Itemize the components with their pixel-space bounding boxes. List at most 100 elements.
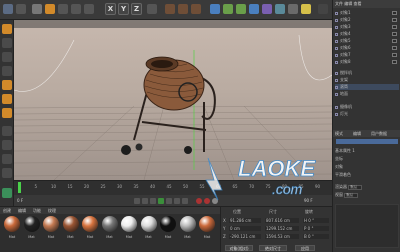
workplane-lock-icon[interactable]: [2, 168, 12, 178]
size-y-field[interactable]: 1299.152 cm: [265, 226, 299, 231]
play-icon[interactable]: [158, 198, 164, 204]
spline-pen-icon[interactable]: [223, 4, 233, 14]
size-mode-select[interactable]: 绝对尺寸: [259, 245, 287, 251]
rotate-icon[interactable]: [71, 4, 81, 14]
go-to-end-icon[interactable]: [182, 198, 188, 204]
material-swatch[interactable]: [82, 216, 98, 232]
rot-h-field[interactable]: H 0 °: [303, 218, 329, 223]
object-row[interactable]: 地面: [335, 91, 399, 97]
object-row[interactable]: 对象4: [335, 31, 399, 37]
workplane-icon[interactable]: [2, 66, 12, 76]
previous-key-icon[interactable]: [142, 198, 148, 204]
model-mode-icon[interactable]: [2, 38, 12, 48]
size-z-field[interactable]: 1594.53 cm: [265, 234, 299, 239]
y-axis-lock-button[interactable]: Y: [118, 3, 129, 15]
object-icon: [335, 112, 338, 116]
tag-icon[interactable]: [392, 53, 397, 57]
move-icon[interactable]: [45, 4, 55, 14]
pos-y-field[interactable]: 0 cm: [229, 226, 261, 231]
object-row[interactable]: 对象6: [335, 45, 399, 51]
tab-user-data[interactable]: 用户数据: [371, 131, 387, 137]
material-label: Mat: [28, 235, 35, 239]
object-manager-menu[interactable]: 文件 编辑 查看: [333, 0, 400, 8]
object-row[interactable]: 对象7: [335, 52, 399, 58]
axis-mode-icon[interactable]: [2, 126, 12, 136]
next-key-icon[interactable]: [174, 198, 180, 204]
light-icon[interactable]: [301, 4, 311, 14]
tag-icon[interactable]: [392, 11, 397, 15]
object-row[interactable]: 搅拌机: [335, 70, 399, 76]
polygons-mode-icon[interactable]: [2, 108, 12, 118]
tag-icon[interactable]: [392, 32, 397, 36]
tweak-mode-icon[interactable]: [2, 140, 12, 150]
tab-mode[interactable]: 模式: [335, 131, 343, 137]
material-swatch[interactable]: [4, 216, 20, 232]
subdivision-surface-icon[interactable]: [236, 4, 246, 14]
make-editable-icon[interactable]: [2, 24, 12, 34]
object-row[interactable]: 对象3: [335, 24, 399, 30]
coordinate-system-icon[interactable]: [147, 4, 157, 14]
material-swatch[interactable]: [121, 216, 137, 232]
more-icon[interactable]: [318, 4, 328, 14]
scale-icon[interactable]: [58, 4, 68, 14]
previous-frame-icon[interactable]: [150, 198, 156, 204]
object-row[interactable]: 对象1: [335, 10, 399, 16]
object-row[interactable]: 对象8: [335, 59, 399, 65]
tab-edit[interactable]: 编辑: [353, 131, 361, 137]
render-mode-select[interactable]: 默认: [348, 185, 363, 190]
solo-icon[interactable]: [2, 188, 12, 198]
menu-create[interactable]: 创建: [3, 208, 11, 214]
pos-z-field[interactable]: -290.121 cm: [229, 234, 261, 239]
floor-icon[interactable]: [275, 4, 285, 14]
material-swatch[interactable]: [43, 216, 59, 232]
material-swatch[interactable]: [140, 216, 157, 232]
current-frame-field[interactable]: 0 F: [17, 198, 23, 203]
tag-icon[interactable]: [392, 39, 397, 43]
menu-texture[interactable]: 纹理: [48, 208, 56, 214]
pos-x-field[interactable]: 91.286 cm: [229, 218, 261, 223]
texture-mode-icon[interactable]: [2, 52, 12, 62]
object-row[interactable]: 灯光: [335, 111, 399, 117]
rot-b-field[interactable]: B 0 °: [303, 234, 329, 239]
tag-icon[interactable]: [392, 18, 397, 22]
x-axis-lock-button[interactable]: X: [105, 3, 116, 15]
live-select-icon[interactable]: [32, 4, 42, 14]
array-icon[interactable]: [249, 4, 259, 14]
z-axis-lock-button[interactable]: Z: [131, 3, 142, 15]
edges-mode-icon[interactable]: [2, 94, 12, 104]
points-mode-icon[interactable]: [2, 80, 12, 90]
tag-icon[interactable]: [392, 46, 397, 50]
recent-tools-icon[interactable]: [84, 4, 94, 14]
material-swatch[interactable]: [199, 216, 215, 232]
object-row-selected[interactable]: 滚筒: [335, 84, 399, 90]
tag-icon[interactable]: [392, 60, 397, 64]
material-swatch[interactable]: [23, 216, 40, 232]
menu-function[interactable]: 功能: [33, 208, 41, 214]
render-settings-icon[interactable]: [191, 4, 201, 14]
material-swatch[interactable]: [160, 216, 176, 232]
snap-icon[interactable]: [2, 154, 12, 164]
material-swatch[interactable]: [62, 216, 79, 232]
deformer-icon[interactable]: [262, 4, 272, 14]
cube-icon[interactable]: [210, 4, 220, 14]
material-swatch[interactable]: [101, 216, 118, 232]
undo-icon[interactable]: [3, 4, 13, 14]
render-picture-viewer-icon[interactable]: [178, 4, 188, 14]
apply-button[interactable]: 应用: [295, 245, 315, 251]
material-swatch[interactable]: [179, 216, 196, 232]
tag-icon[interactable]: [392, 25, 397, 29]
object-row[interactable]: 对象5: [335, 38, 399, 44]
object-row[interactable]: 摄像机: [335, 104, 399, 110]
object-row[interactable]: 支架: [335, 77, 399, 83]
size-x-field[interactable]: 807.616 cm: [265, 218, 299, 223]
playhead[interactable]: [18, 182, 21, 193]
render-view-icon[interactable]: [165, 4, 175, 14]
redo-icon[interactable]: [16, 4, 26, 14]
next-frame-icon[interactable]: [166, 198, 172, 204]
coord-mode-select[interactable]: 对象(相对): [225, 245, 253, 251]
rot-p-field[interactable]: P 0 °: [303, 226, 329, 231]
go-to-start-icon[interactable]: [134, 198, 140, 204]
menu-edit[interactable]: 编辑: [18, 208, 26, 214]
camera-icon[interactable]: [288, 4, 298, 14]
object-row[interactable]: 对象2: [335, 17, 399, 23]
